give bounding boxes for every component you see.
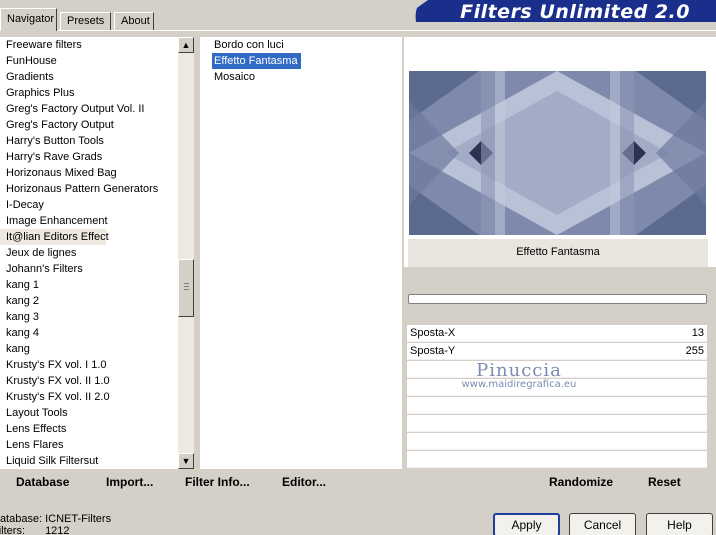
filter-info-button[interactable]: Filter Info... bbox=[185, 475, 250, 489]
category-item[interactable]: Greg's Factory Output Vol. II bbox=[0, 101, 178, 117]
category-item[interactable]: Krusty's FX vol. II 2.0 bbox=[0, 389, 178, 405]
param-value: 13 bbox=[691, 327, 704, 339]
category-item[interactable]: Lens Flares bbox=[0, 437, 178, 453]
category-scrollbar[interactable]: ▲ ▼ bbox=[178, 37, 194, 469]
reset-button[interactable]: Reset bbox=[648, 475, 681, 489]
category-item[interactable]: Greg's Factory Output bbox=[0, 117, 178, 133]
category-item[interactable]: kang bbox=[0, 341, 178, 357]
category-item[interactable]: kang 1 bbox=[0, 277, 178, 293]
banner-title: Filters Unlimited 2.0 bbox=[460, 1, 690, 23]
param-row-empty bbox=[407, 415, 707, 432]
category-item[interactable]: It@lian Editors Effect bbox=[0, 229, 109, 245]
filter-list: Bordo con luci Effetto Fantasma Mosaico bbox=[200, 37, 402, 469]
category-item[interactable]: Horizonaus Pattern Generators bbox=[0, 181, 178, 197]
scroll-down-button[interactable]: ▼ bbox=[178, 453, 194, 469]
category-item[interactable]: Layout Tools bbox=[0, 405, 178, 421]
category-item[interactable]: Harry's Rave Grads bbox=[0, 149, 178, 165]
category-item[interactable]: Image Enhancement bbox=[0, 213, 178, 229]
category-item[interactable]: Jeux de lignes bbox=[0, 245, 178, 261]
randomize-button[interactable]: Randomize bbox=[549, 475, 613, 489]
editor-button[interactable]: Editor... bbox=[282, 475, 326, 489]
category-item[interactable]: I-Decay bbox=[0, 197, 178, 213]
category-item[interactable]: kang 3 bbox=[0, 309, 178, 325]
tab-presets[interactable]: Presets bbox=[60, 12, 111, 30]
database-button[interactable]: Database bbox=[16, 475, 69, 489]
cancel-button[interactable]: Cancel bbox=[569, 513, 636, 535]
help-button[interactable]: Help bbox=[646, 513, 713, 535]
category-item[interactable]: kang 4 bbox=[0, 325, 178, 341]
category-item[interactable]: Harry's Button Tools bbox=[0, 133, 178, 149]
category-item[interactable]: Graphics Plus bbox=[0, 85, 178, 101]
param-label: Sposta-X bbox=[410, 327, 456, 339]
param-row-empty bbox=[407, 397, 707, 414]
category-item[interactable]: Horizonaus Mixed Bag bbox=[0, 165, 178, 181]
tab-about[interactable]: About bbox=[114, 12, 154, 30]
category-item[interactable]: Gradients bbox=[0, 69, 178, 85]
param-value: 255 bbox=[685, 345, 704, 357]
param-row-sposta-x[interactable]: Sposta-X 13 bbox=[407, 325, 707, 342]
category-item[interactable]: Liquid Silk Filtersut bbox=[0, 453, 178, 469]
status-info: Database: ICNET-Filters Filters: 1212 bbox=[0, 513, 111, 535]
category-item[interactable]: Krusty's FX vol. I 1.0 bbox=[0, 357, 178, 373]
filter-item[interactable]: Mosaico bbox=[212, 69, 258, 85]
apply-button[interactable]: Apply bbox=[493, 513, 560, 535]
category-item[interactable]: Krusty's FX vol. II 1.0 bbox=[0, 373, 178, 389]
import-button[interactable]: Import... bbox=[106, 475, 153, 489]
category-item[interactable]: Freeware filters bbox=[0, 37, 178, 53]
scroll-thumb[interactable] bbox=[178, 259, 194, 317]
filters-label: Filters: bbox=[0, 525, 25, 535]
watermark-url: www.maidiregrafica.eu bbox=[461, 379, 577, 390]
category-item[interactable]: Johann's Filters bbox=[0, 261, 178, 277]
param-row-empty bbox=[407, 451, 707, 468]
watermark-name: Pinuccia bbox=[476, 360, 562, 381]
filter-name-label: Effetto Fantasma bbox=[408, 239, 708, 267]
param-row-empty bbox=[407, 433, 707, 450]
preview-image bbox=[409, 71, 706, 235]
database-label: Database: bbox=[0, 513, 43, 525]
tab-navigator[interactable]: Navigator bbox=[0, 8, 57, 31]
watermark: Pinuccia www.maidiregrafica.eu bbox=[454, 360, 584, 390]
arrow-down-icon: ▼ bbox=[181, 456, 191, 466]
category-item[interactable]: kang 2 bbox=[0, 293, 178, 309]
param-label: Sposta-Y bbox=[410, 345, 456, 357]
category-item[interactable]: FunHouse bbox=[0, 53, 178, 69]
filters-value: 1212 bbox=[45, 525, 70, 535]
arrow-up-icon: ▲ bbox=[181, 40, 191, 50]
category-list: Freeware filters FunHouse Gradients Graphic… bbox=[0, 37, 178, 469]
database-value: ICNET-Filters bbox=[45, 513, 112, 525]
category-item[interactable]: Lens Effects bbox=[0, 421, 178, 437]
filter-item[interactable]: Bordo con luci bbox=[212, 37, 287, 53]
scroll-up-button[interactable]: ▲ bbox=[178, 37, 194, 53]
tab-strip: Navigator Presets About bbox=[0, 8, 380, 31]
filter-item[interactable]: Effetto Fantasma bbox=[212, 53, 301, 69]
param-row-sposta-y[interactable]: Sposta-Y 255 bbox=[407, 343, 707, 360]
title-banner: Filters Unlimited 2.0 bbox=[408, 0, 716, 23]
